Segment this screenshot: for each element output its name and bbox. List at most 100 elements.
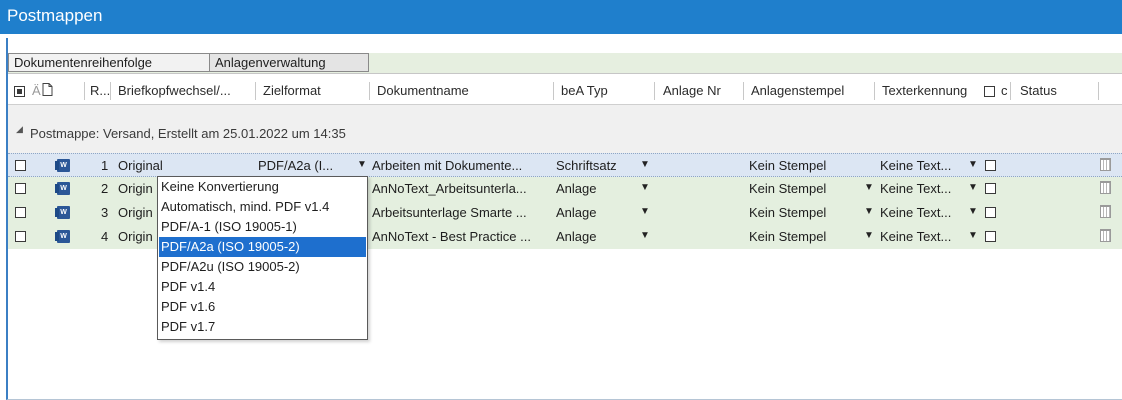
window-title: Postmappen	[7, 6, 103, 25]
trash-icon[interactable]	[1100, 229, 1111, 242]
dropdown-option[interactable]: Automatisch, mind. PDF v1.4	[159, 197, 366, 217]
group-header-label[interactable]: Postmappe: Versand, Erstellt am 25.01.20…	[20, 126, 346, 141]
briefkopf-value: Origin	[118, 205, 153, 220]
document-icon	[42, 83, 53, 96]
trash-icon[interactable]	[1100, 205, 1111, 218]
dropdown-option[interactable]: PDF v1.7	[159, 317, 366, 337]
column-separator	[1098, 82, 1099, 100]
row-checkbox[interactable]	[15, 183, 26, 194]
trash-icon[interactable]	[1100, 158, 1111, 171]
column-separator	[255, 82, 256, 100]
header-label: Status	[1020, 83, 1057, 98]
row-checkbox[interactable]	[15, 160, 26, 171]
header-label: beA Typ	[561, 83, 608, 98]
tab-anlagenverwaltung[interactable]: Anlagenverwaltung	[209, 53, 369, 72]
window-titlebar: Postmappen	[0, 0, 1122, 34]
header-status[interactable]: Status	[1020, 78, 1100, 104]
header-label: Ä	[32, 83, 41, 98]
dropdown-option-selected[interactable]: PDF/A2a (ISO 19005-2)	[159, 237, 366, 257]
texterkennung-dropdown-arrow-icon[interactable]: ▼	[968, 206, 978, 217]
anlagenstempel-value[interactable]: Kein Stempel	[749, 229, 826, 244]
row-option-checkbox[interactable]	[985, 160, 996, 171]
group-label-text: Postmappe: Versand, Erstellt am 25.01.20…	[30, 126, 346, 141]
bea-typ-dropdown-arrow-icon[interactable]: ▼	[640, 206, 650, 217]
select-all-checkbox[interactable]	[14, 86, 25, 98]
anlagenstempel-dropdown-arrow-icon[interactable]: ▼	[864, 206, 874, 217]
bea-typ-dropdown-arrow-icon[interactable]: ▼	[640, 182, 650, 193]
header-label: Texterkennung	[882, 83, 968, 98]
header-label: Anlage Nr	[663, 83, 721, 98]
header-briefkopfwechsel[interactable]: Briefkopfwechsel/...	[118, 78, 254, 104]
header-checkbox[interactable]	[984, 78, 1000, 104]
briefkopf-value: Original	[118, 158, 163, 173]
header-dokumentname[interactable]: Dokumentname	[377, 78, 547, 104]
bea-typ-select[interactable]: Schriftsatz	[556, 158, 617, 173]
tab-label: Dokumentenreihenfolge	[14, 55, 153, 70]
header-label: Anlagenstempel	[751, 83, 845, 98]
word-document-icon: W	[55, 182, 70, 195]
texterkennung-select[interactable]: Keine Text...	[880, 205, 951, 220]
header-bea-typ[interactable]: beA Typ	[561, 78, 651, 104]
zielformat-select[interactable]: PDF/A2a (I...	[258, 158, 358, 173]
anlagenstempel-value[interactable]: Kein Stempel	[749, 181, 826, 196]
texterkennung-select[interactable]: Keine Text...	[880, 158, 951, 173]
anlagenstempel-value[interactable]: Kein Stempel	[749, 158, 826, 173]
bea-typ-dropdown-arrow-icon[interactable]: ▼	[640, 159, 650, 170]
dropdown-option[interactable]: PDF/A2u (ISO 19005-2)	[159, 257, 366, 277]
header-column-checkbox[interactable]	[984, 86, 995, 98]
row-checkbox[interactable]	[15, 231, 26, 242]
texterkennung-select[interactable]: Keine Text...	[880, 229, 951, 244]
dokumentname-value[interactable]: Arbeiten mit Dokumente...	[372, 158, 552, 173]
bea-typ-dropdown-arrow-icon[interactable]: ▼	[640, 230, 650, 241]
texterkennung-dropdown-arrow-icon[interactable]: ▼	[968, 182, 978, 193]
header-select-all[interactable]	[14, 78, 28, 104]
column-separator	[1010, 82, 1011, 100]
row-number: 3	[101, 205, 109, 220]
header-label: R...	[90, 83, 111, 98]
tab-dokumentenreihenfolge[interactable]: Dokumentenreihenfolge	[8, 53, 210, 72]
anlagenstempel-dropdown-arrow-icon[interactable]: ▼	[864, 230, 874, 241]
row-option-checkbox[interactable]	[985, 231, 996, 242]
texterkennung-dropdown-arrow-icon[interactable]: ▼	[968, 159, 978, 170]
header-document-icon	[42, 78, 56, 104]
dropdown-option[interactable]: PDF v1.4	[159, 277, 366, 297]
header-label: Briefkopfwechsel/...	[118, 83, 231, 98]
header-anlage-nr[interactable]: Anlage Nr	[663, 78, 743, 104]
column-separator	[654, 82, 655, 100]
dropdown-option[interactable]: Keine Konvertierung	[159, 177, 366, 197]
header-anlagenstempel[interactable]: Anlagenstempel	[751, 78, 871, 104]
tab-strip: Dokumentenreihenfolge Anlagenverwaltung	[8, 53, 1122, 74]
row-number: 4	[101, 229, 109, 244]
table-row[interactable]: W 1 Original PDF/A2a (I... ▼ Arbeiten mi…	[8, 153, 1122, 177]
dropdown-option[interactable]: PDF/A-1 (ISO 19005-1)	[159, 217, 366, 237]
word-document-icon: W	[55, 159, 70, 172]
header-zielformat[interactable]: Zielformat	[263, 78, 363, 104]
dokumentname-value[interactable]: AnNoText - Best Practice ...	[372, 229, 552, 244]
header-label: Dokumentname	[377, 83, 469, 98]
header-r[interactable]: R...	[90, 78, 116, 104]
bea-typ-select[interactable]: Anlage	[556, 205, 596, 220]
texterkennung-select[interactable]: Keine Text...	[880, 181, 951, 196]
row-option-checkbox[interactable]	[985, 207, 996, 218]
row-number: 1	[101, 158, 109, 173]
row-number: 2	[101, 181, 109, 196]
column-separator	[369, 82, 370, 100]
texterkennung-dropdown-arrow-icon[interactable]: ▼	[968, 230, 978, 241]
dokumentname-value[interactable]: AnNoText_Arbeitsunterla...	[372, 181, 552, 196]
zielformat-dropdown-list[interactable]: Keine Konvertierung Automatisch, mind. P…	[157, 176, 368, 340]
trash-icon[interactable]	[1100, 181, 1111, 194]
word-document-icon: W	[55, 230, 70, 243]
dropdown-option[interactable]: PDF v1.6	[159, 297, 366, 317]
header-col-a[interactable]: Ä	[32, 78, 42, 104]
bea-typ-select[interactable]: Anlage	[556, 181, 596, 196]
anlagenstempel-dropdown-arrow-icon[interactable]: ▼	[864, 182, 874, 193]
dokumentname-value[interactable]: Arbeitsunterlage Smarte ...	[372, 205, 552, 220]
grid-header: Ä R... Briefkopfwechsel/... Zielformat D…	[8, 78, 1122, 105]
bea-typ-select[interactable]: Anlage	[556, 229, 596, 244]
row-checkbox[interactable]	[15, 207, 26, 218]
header-texterkennung[interactable]: Texterkennung	[882, 78, 988, 104]
anlagenstempel-value[interactable]: Kein Stempel	[749, 205, 826, 220]
column-separator	[553, 82, 554, 100]
zielformat-dropdown-arrow-icon[interactable]: ▼	[357, 159, 367, 170]
row-option-checkbox[interactable]	[985, 183, 996, 194]
